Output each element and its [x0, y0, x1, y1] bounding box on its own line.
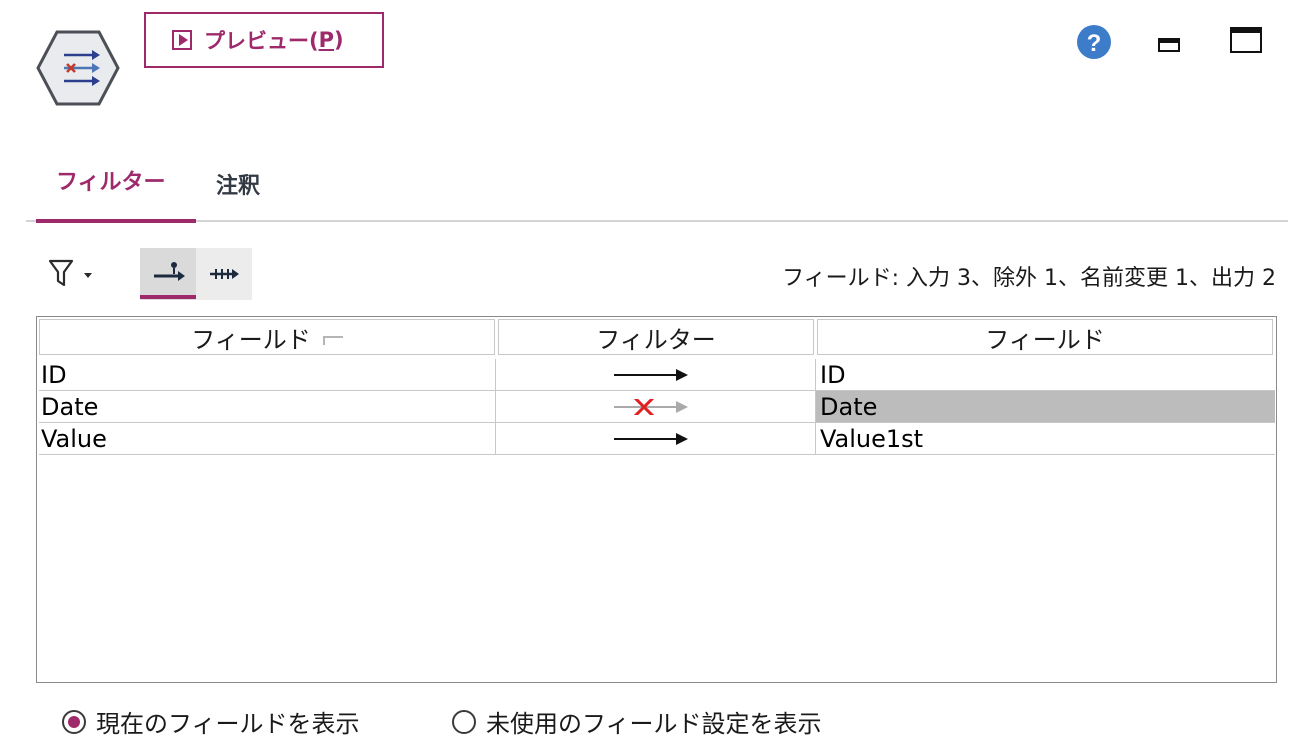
- field-summary-text: フィールド: 入力 3、除外 1、名前変更 1、出力 2: [782, 266, 1276, 291]
- show-unused-field-settings-option[interactable]: 未使用のフィールド設定を表示: [452, 704, 822, 739]
- pass-arrow-icon: [614, 433, 688, 445]
- input-field-cell: Value: [39, 423, 496, 455]
- minimize-icon[interactable]: [1158, 35, 1180, 53]
- output-field-cell[interactable]: ID: [816, 359, 1275, 391]
- radio-label: 未使用のフィールド設定を表示: [486, 710, 822, 738]
- filter-node-icon: [36, 30, 120, 106]
- filter-field-table: フィールド フィルター フィールド ID ID Date Date Value …: [36, 316, 1277, 683]
- column-header-output-field[interactable]: フィールド: [817, 319, 1273, 355]
- filter-options-dropdown[interactable]: [46, 256, 100, 292]
- filter-mode-icon: [154, 262, 185, 281]
- input-field-cell: Date: [39, 391, 496, 423]
- column-header-filter[interactable]: フィルター: [498, 319, 814, 355]
- filter-toggle-cell[interactable]: [496, 423, 816, 455]
- rename-mode-button[interactable]: [196, 248, 252, 300]
- play-icon: [172, 30, 192, 50]
- radio-label: 現在のフィールドを表示: [96, 710, 360, 738]
- show-current-fields-option[interactable]: 現在のフィールドを表示: [62, 704, 360, 739]
- preview-label: プレビュー(P): [204, 28, 344, 53]
- table-row[interactable]: ID ID: [39, 359, 1275, 391]
- column-header-label: フィールド: [191, 325, 311, 354]
- column-header-input-field[interactable]: フィールド: [39, 319, 495, 355]
- rename-mode-icon: [210, 269, 239, 279]
- pass-arrow-icon: [614, 369, 688, 381]
- output-field-cell[interactable]: Date: [816, 391, 1275, 423]
- output-field-cell[interactable]: Value1st: [816, 423, 1275, 455]
- help-icon[interactable]: ?: [1076, 24, 1112, 60]
- column-header-label: フィールド: [985, 325, 1105, 354]
- excluded-arrow-icon: [614, 399, 688, 415]
- tab-filter[interactable]: フィルター: [56, 164, 166, 196]
- filter-toggle-cell[interactable]: [496, 359, 816, 391]
- filter-mode-indicator: [140, 295, 196, 299]
- radio-button-selected[interactable]: [62, 709, 86, 734]
- table-row[interactable]: Value Value1st: [39, 423, 1275, 455]
- filter-mode-button[interactable]: [140, 248, 196, 300]
- sort-indicator-icon: [322, 335, 343, 345]
- maximize-icon[interactable]: [1230, 27, 1262, 53]
- filter-toggle-cell[interactable]: [496, 391, 816, 423]
- preview-button[interactable]: プレビュー(P): [144, 12, 384, 68]
- radio-button[interactable]: [452, 709, 476, 734]
- table-row[interactable]: Date Date: [39, 391, 1275, 423]
- column-header-label: フィルター: [596, 325, 716, 354]
- tab-annotation[interactable]: 注釈: [216, 168, 260, 200]
- tab-divider: [26, 220, 1288, 222]
- active-tab-indicator: [36, 219, 196, 223]
- svg-text:?: ?: [1087, 30, 1102, 57]
- input-field-cell: ID: [39, 359, 496, 391]
